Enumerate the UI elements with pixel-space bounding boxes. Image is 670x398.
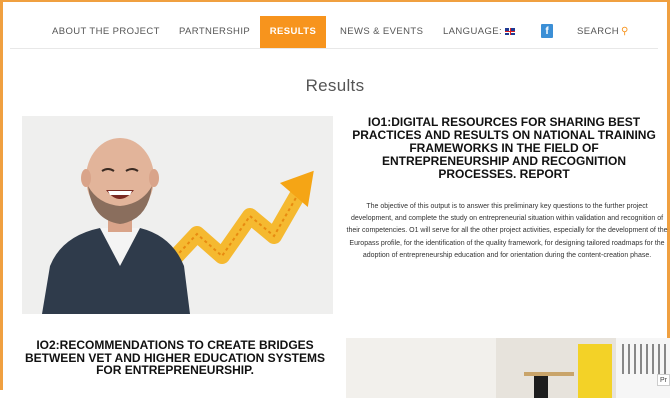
uk-flag-icon — [505, 28, 516, 35]
corner-tag[interactable]: Pr — [657, 374, 670, 386]
nav-language[interactable]: LANGUAGE: — [443, 16, 516, 48]
main-navigation: ABOUT THE PROJECT PARTNERSHIP RESULTS NE… — [10, 16, 658, 49]
io1-title: IO1:DIGITAL RESOURCES FOR SHARING BEST P… — [352, 115, 656, 181]
nav-results[interactable]: RESULTS — [260, 16, 326, 48]
nav-partnership[interactable]: PARTNERSHIP — [179, 16, 250, 48]
io2-title: IO2:RECOMMENDATIONS TO CREATE BRIDGES BE… — [24, 338, 326, 377]
nav-search[interactable]: SEARCH ⚲ — [577, 16, 629, 48]
office-illustration — [346, 338, 670, 398]
nav-news-events[interactable]: NEWS & EVENTS — [340, 16, 423, 48]
search-icon: ⚲ — [621, 26, 629, 37]
page-title: Results — [305, 76, 365, 95]
hero-image-laughing-man — [22, 116, 333, 314]
nav-about-the-project[interactable]: ABOUT THE PROJECT — [52, 16, 160, 48]
hero-illustration — [22, 116, 333, 314]
facebook-icon[interactable]: f — [541, 24, 553, 38]
io1-description: The objective of this output is to answe… — [346, 203, 668, 259]
nav-language-label: LANGUAGE: — [443, 26, 503, 37]
office-photo — [346, 338, 670, 398]
nav-search-label: SEARCH — [577, 26, 619, 37]
